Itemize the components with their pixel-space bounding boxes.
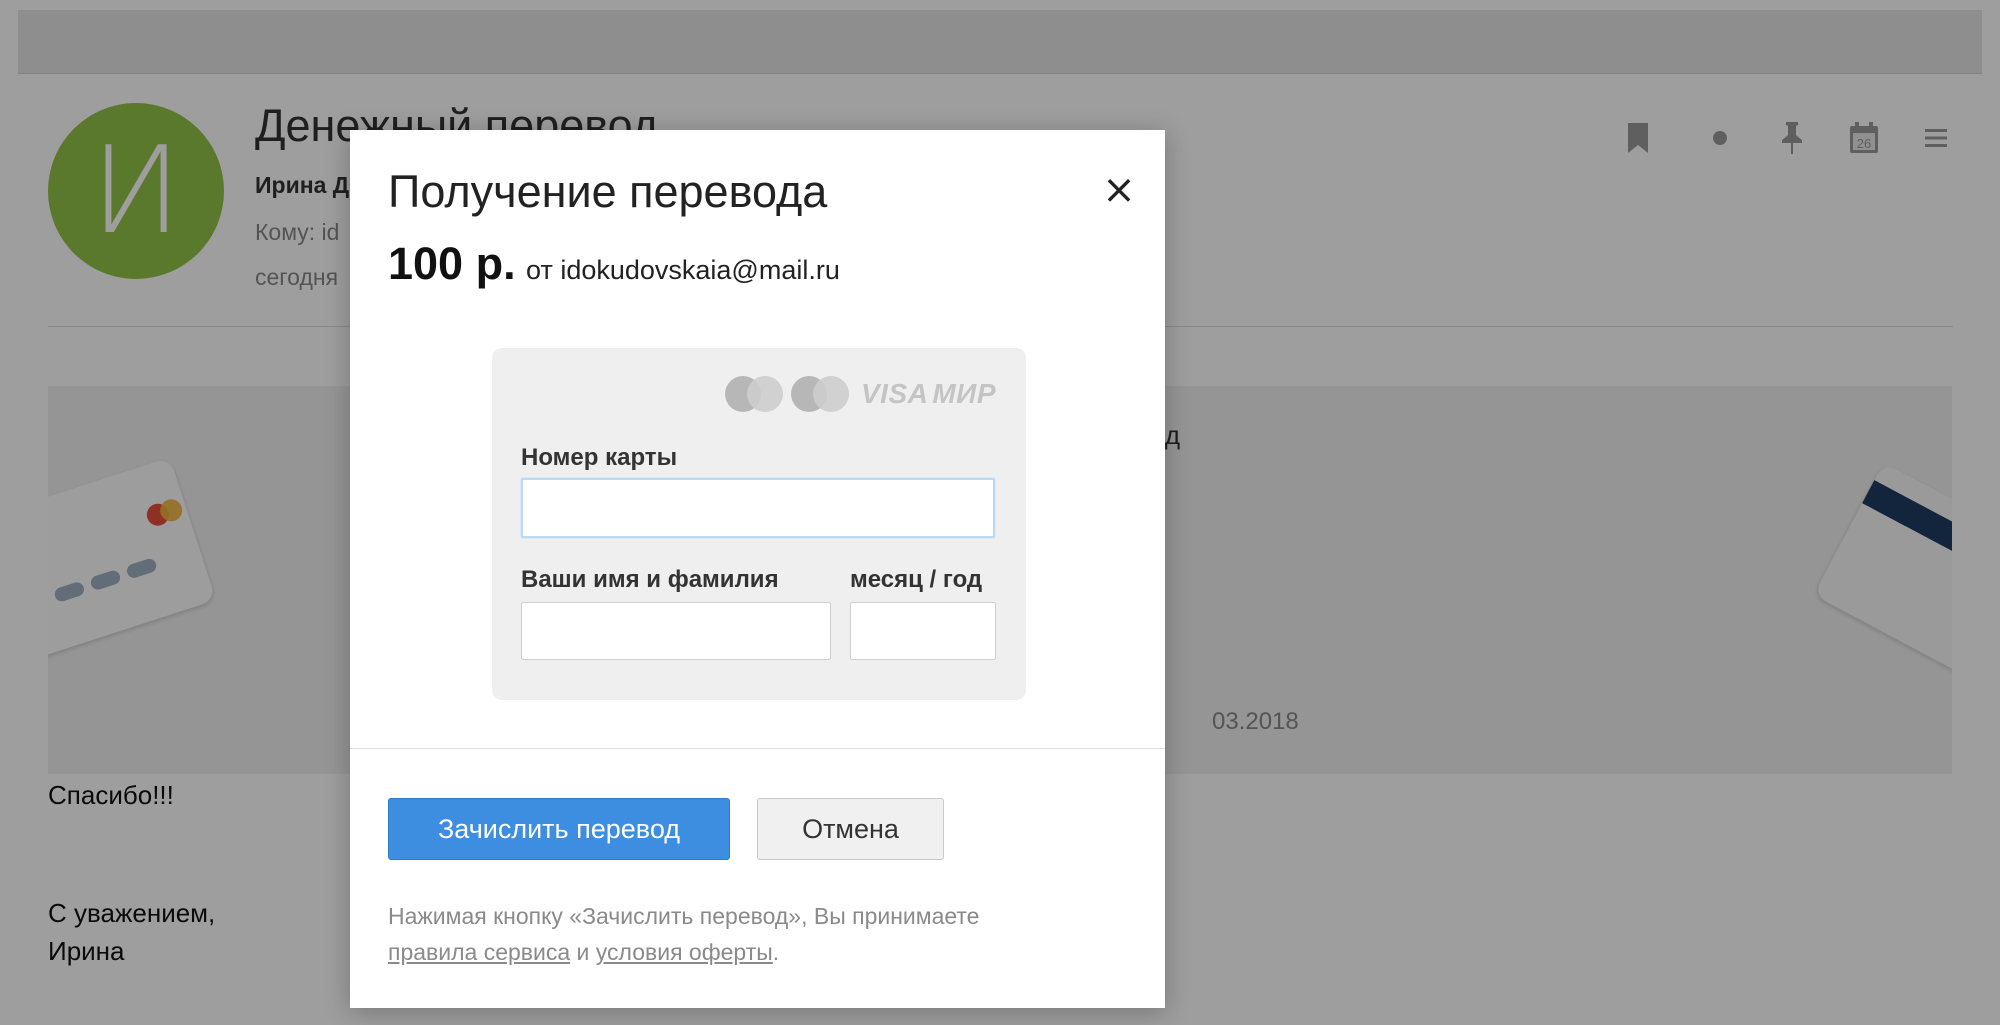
disclaimer-period: .: [772, 939, 780, 965]
transfer-dialog: Получение перевода × 100 р. от idokudovs…: [350, 130, 1165, 1008]
terms-disclaimer: Нажимая кнопку «Зачислить перевод», Вы п…: [388, 898, 1128, 970]
expiry-input[interactable]: [850, 602, 996, 660]
name-label: Ваши имя и фамилия: [521, 566, 779, 593]
cancel-button[interactable]: Отмена: [757, 798, 944, 860]
dialog-title: Получение перевода: [388, 166, 828, 217]
disclaimer-conjunction: и: [576, 939, 590, 965]
offer-terms-link[interactable]: условия оферты: [596, 939, 773, 965]
card-number-label: Номер карты: [521, 444, 678, 471]
cardholder-name-input[interactable]: [521, 602, 831, 660]
service-rules-link[interactable]: правила сервиса: [388, 939, 570, 965]
accept-transfer-button[interactable]: Зачислить перевод: [388, 798, 730, 860]
visa-logo: VISA: [861, 378, 929, 409]
card-form: VISA МИР Номер карты Ваши имя и фамилия …: [492, 348, 1026, 700]
maestro-icon: [791, 376, 849, 412]
close-icon[interactable]: ×: [1097, 167, 1141, 213]
payment-brands: VISA МИР: [725, 376, 996, 412]
expiry-label: месяц / год: [850, 566, 983, 593]
card-number-input[interactable]: [521, 478, 995, 538]
amount-row: 100 р. от idokudovskaia@mail.ru: [388, 238, 840, 290]
mir-logo: МИР: [932, 378, 996, 409]
transfer-amount: 100 р.: [388, 238, 516, 289]
mastercard-icon: [725, 376, 783, 412]
transfer-sender: от idokudovskaia@mail.ru: [526, 255, 840, 285]
divider: [350, 748, 1165, 749]
disclaimer-text: Нажимая кнопку «Зачислить перевод», Вы п…: [388, 903, 980, 929]
